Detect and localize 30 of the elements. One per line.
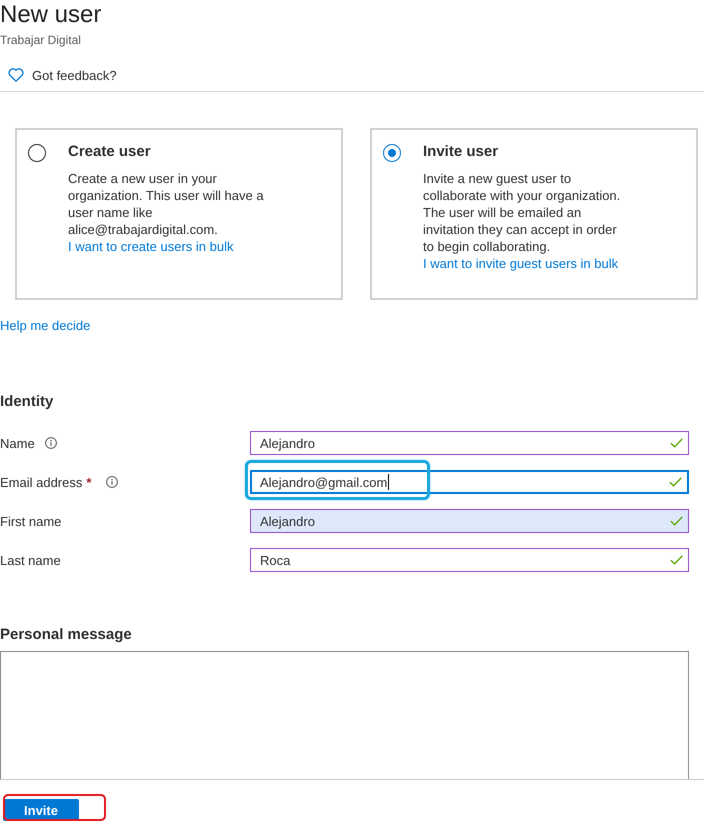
section-heading: Identity	[0, 392, 54, 412]
text-field[interactable]: Alejandro@gmail.com	[250, 470, 689, 494]
radio-button[interactable]	[383, 144, 401, 162]
option-title: Create user	[68, 142, 151, 162]
field-label: Last name	[0, 552, 61, 568]
option-description: Create a new user in your organization. This user will have a user name like alice@trabajardigital.com.	[68, 170, 265, 238]
option-card[interactable]: Invite user Invite a new guest user to collaborate with your organization. The user will be emailed an invitation they can accept in order to begin collaborating. I want to invite guest users in bulk	[370, 128, 698, 300]
text-field[interactable]: Alejandro	[250, 509, 689, 533]
page-title: New user	[0, 0, 102, 30]
page-subtitle: Trabajar Digital	[0, 32, 81, 48]
required-asterisk: *	[86, 474, 92, 490]
radio-button[interactable]	[28, 144, 46, 162]
heart-icon	[8, 68, 24, 82]
info-icon[interactable]	[44, 437, 57, 449]
text-field[interactable]: Alejandro	[250, 431, 689, 455]
feedback-button[interactable]: Got feedback?	[0, 63, 119, 87]
bulk-link[interactable]: I want to invite guest users in bulk	[423, 256, 618, 271]
option-title: Invite user	[423, 142, 498, 162]
field-label: Email address	[0, 474, 82, 490]
bulk-link[interactable]: I want to create users in bulk	[68, 239, 234, 254]
field-label: First name	[0, 514, 62, 528]
help-link[interactable]: Help me decide	[0, 318, 90, 333]
section-heading: Personal message	[0, 625, 132, 645]
field-label: Name	[0, 436, 35, 450]
option-description: Invite a new guest user to collaborate with your organization. The user will be emailed an invitation they can accept in order to begin collaborating.	[423, 170, 622, 255]
info-icon[interactable]	[106, 476, 118, 488]
message-field[interactable]	[0, 651, 689, 779]
text-cursor-icon	[388, 474, 390, 490]
text-field[interactable]: Roca	[250, 548, 689, 572]
option-card[interactable]: Create user Create a new user in your organization. This user will have a user name like alice@trabajardigital.com. I want to create users in bulk	[15, 128, 343, 300]
